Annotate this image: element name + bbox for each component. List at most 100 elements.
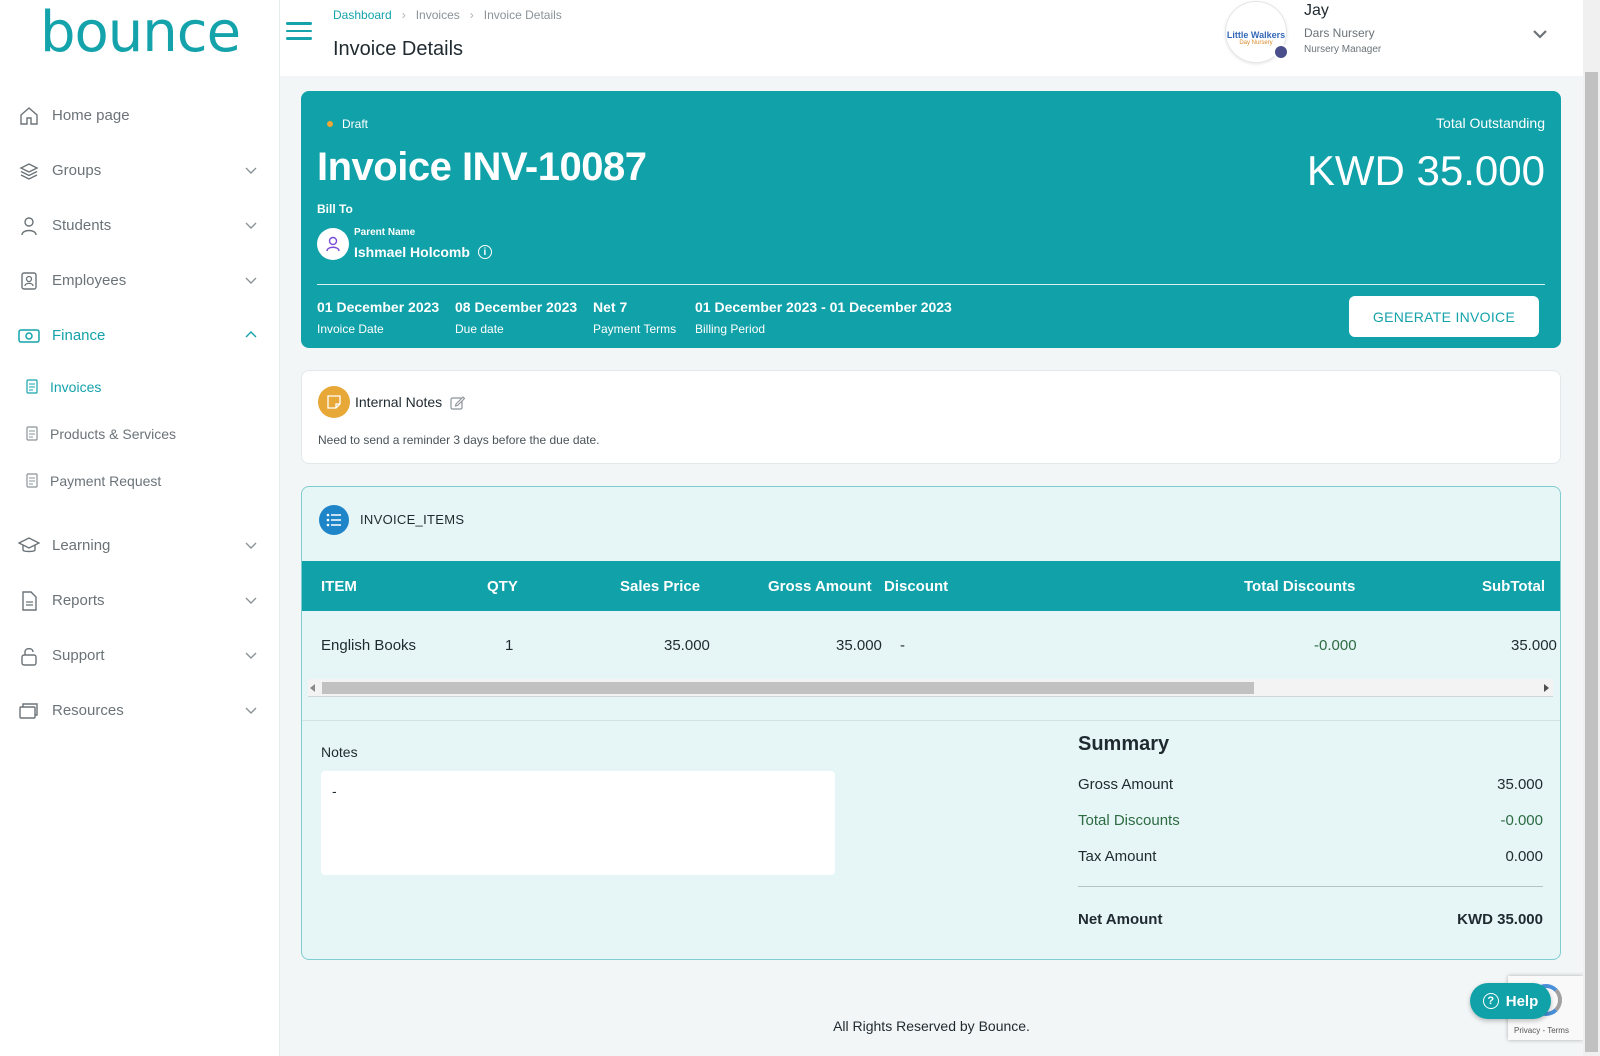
summary-discounts-row: Total Discounts -0.000 bbox=[1078, 811, 1543, 829]
user-profile[interactable]: Little Walkers Day Nursery Jay Dars Nurs… bbox=[1225, 0, 1575, 66]
internal-notes-card: Internal Notes Need to send a reminder 3… bbox=[301, 370, 1561, 464]
summary-tax-row: Tax Amount 0.000 bbox=[1078, 847, 1543, 865]
internal-notes-title: Internal Notes bbox=[355, 394, 466, 410]
user-org: Dars Nursery bbox=[1304, 26, 1375, 40]
summary-net-row: Net Amount KWD 35.000 bbox=[1078, 910, 1543, 928]
scrollbar-thumb[interactable] bbox=[322, 682, 1254, 694]
summary-panel: Summary Gross Amount 35.000 Total Discou… bbox=[1078, 733, 1543, 937]
sticky-note-icon bbox=[318, 386, 350, 418]
notes-field[interactable]: - bbox=[321, 771, 835, 875]
total-outstanding-label: Total Outstanding bbox=[1436, 115, 1545, 131]
scrollbar-thumb[interactable] bbox=[1585, 72, 1598, 1052]
chevron-right-icon: › bbox=[469, 8, 474, 22]
folders-icon bbox=[18, 700, 40, 722]
info-icon[interactable]: i bbox=[477, 245, 492, 259]
chevron-up-icon[interactable] bbox=[244, 328, 258, 342]
chevron-right-icon: › bbox=[401, 8, 406, 22]
scroll-left-icon[interactable] bbox=[310, 684, 315, 692]
breadcrumb-current: Invoice Details bbox=[483, 8, 562, 22]
invoice-items-card: INVOICE_ITEMS ITEM QTY Sales Price Gross… bbox=[301, 486, 1561, 960]
items-table: ITEM QTY Sales Price Gross Amount Discou… bbox=[302, 561, 1560, 699]
billing-period: 01 December 2023 - 01 December 2023 Bill… bbox=[695, 299, 952, 336]
user-role: Nursery Manager bbox=[1304, 44, 1382, 55]
user-name: Jay bbox=[1304, 2, 1329, 19]
sidebar-item-label: Learning bbox=[52, 537, 111, 554]
chevron-down-icon[interactable] bbox=[244, 273, 258, 287]
breadcrumb: Dashboard › Invoices › Invoice Details bbox=[333, 8, 562, 22]
payment-terms: Net 7 Payment Terms bbox=[593, 299, 677, 336]
sidebar-item-students[interactable]: Students bbox=[0, 198, 280, 253]
sidebar-item-label: Support bbox=[52, 647, 105, 664]
cell-total-discounts: -0.000 bbox=[1314, 637, 1357, 654]
chevron-down-icon[interactable] bbox=[244, 538, 258, 552]
summary-title: Summary bbox=[1078, 733, 1170, 755]
sidebar-subitem-label: Payment Request bbox=[50, 472, 162, 489]
sidebar-item-reports[interactable]: Reports bbox=[0, 573, 280, 628]
footer-text: All Rights Reserved by Bounce. bbox=[833, 1018, 1030, 1034]
cell-sales-price: 35.000 bbox=[664, 637, 710, 654]
sidebar-item-label: Reports bbox=[52, 592, 105, 609]
sidebar-item-employees[interactable]: Employees bbox=[0, 253, 280, 308]
sidebar-subitem-payment-request[interactable]: Payment Request bbox=[0, 457, 280, 504]
sidebar-item-groups[interactable]: Groups bbox=[0, 143, 280, 198]
help-button[interactable]: ? Help bbox=[1470, 983, 1551, 1019]
bounce-logo[interactable]: bounce bbox=[40, 0, 241, 65]
sidebar-subitem-invoices[interactable]: Invoices bbox=[0, 363, 280, 410]
topbar: Dashboard › Invoices › Invoice Details I… bbox=[280, 0, 1583, 76]
menu-icon[interactable] bbox=[286, 22, 312, 42]
column-header-item: ITEM bbox=[321, 578, 357, 595]
chevron-down-icon[interactable] bbox=[244, 163, 258, 177]
chevron-down-icon[interactable] bbox=[1532, 28, 1548, 40]
invoice-title: Invoice INV-10087 bbox=[317, 145, 647, 189]
divider bbox=[302, 720, 1560, 721]
home-icon bbox=[18, 105, 40, 127]
parent-name[interactable]: Ishmael Holcomb i bbox=[354, 244, 492, 260]
generate-invoice-button[interactable]: GENERATE INVOICE bbox=[1349, 296, 1539, 337]
column-header-total-discounts: Total Discounts bbox=[1244, 578, 1356, 595]
sidebar-item-home[interactable]: Home page bbox=[0, 88, 280, 143]
page-title: Invoice Details bbox=[333, 38, 464, 60]
invoice-items-title: INVOICE_ITEMS bbox=[360, 512, 465, 527]
invoice-header-card: Draft Invoice INV-10087 Total Outstandin… bbox=[301, 91, 1561, 348]
breadcrumb-invoices[interactable]: Invoices bbox=[416, 8, 460, 22]
table-row[interactable]: English Books 1 35.000 35.000 - -0.000 3… bbox=[302, 611, 1560, 677]
sidebar: bounce Home page Groups Students Employe… bbox=[0, 0, 280, 1056]
sidebar-item-learning[interactable]: Learning bbox=[0, 518, 280, 573]
chevron-down-icon[interactable] bbox=[244, 593, 258, 607]
cell-item: English Books bbox=[321, 637, 417, 654]
sidebar-item-label: Resources bbox=[52, 702, 124, 719]
chevron-down-icon[interactable] bbox=[244, 703, 258, 717]
avatar bbox=[1273, 44, 1289, 60]
invoice-date: 01 December 2023 Invoice Date bbox=[317, 299, 440, 336]
breadcrumb-dashboard[interactable]: Dashboard bbox=[333, 8, 392, 22]
cell-discount: - bbox=[900, 637, 905, 654]
parent-user-icon bbox=[317, 228, 349, 260]
parent-name-label: Parent Name bbox=[354, 227, 416, 238]
sidebar-subitem-label: Products & Services bbox=[50, 425, 177, 442]
sidebar-item-label: Finance bbox=[52, 327, 106, 344]
horizontal-scrollbar[interactable] bbox=[308, 679, 1553, 697]
sidebar-subitem-products-services[interactable]: Products & Services bbox=[0, 410, 280, 457]
sidebar-item-finance[interactable]: Finance bbox=[0, 308, 280, 363]
sidebar-item-resources[interactable]: Resources bbox=[0, 683, 280, 738]
column-header-gross-amount: Gross Amount bbox=[768, 578, 872, 595]
badge-icon bbox=[18, 270, 40, 292]
status-dot-icon bbox=[327, 121, 333, 127]
chevron-down-icon[interactable] bbox=[244, 648, 258, 662]
graduation-cap-icon bbox=[18, 535, 40, 557]
sidebar-subitem-label: Invoices bbox=[50, 378, 102, 395]
column-header-qty: QTY bbox=[487, 578, 518, 595]
summary-gross-row: Gross Amount 35.000 bbox=[1078, 775, 1543, 793]
chevron-down-icon[interactable] bbox=[244, 218, 258, 232]
sidebar-item-support[interactable]: Support bbox=[0, 628, 280, 683]
cell-gross-amount: 35.000 bbox=[836, 637, 882, 654]
document-icon bbox=[26, 473, 38, 488]
scroll-right-icon[interactable] bbox=[1544, 684, 1549, 692]
divider bbox=[317, 284, 1545, 285]
document-icon bbox=[26, 426, 38, 441]
cell-subtotal: 35.000 bbox=[1511, 637, 1557, 654]
notes-label: Notes bbox=[321, 744, 358, 760]
due-date: 08 December 2023 Due date bbox=[455, 299, 578, 336]
vertical-scrollbar[interactable] bbox=[1583, 0, 1600, 1056]
edit-icon[interactable] bbox=[450, 395, 466, 410]
